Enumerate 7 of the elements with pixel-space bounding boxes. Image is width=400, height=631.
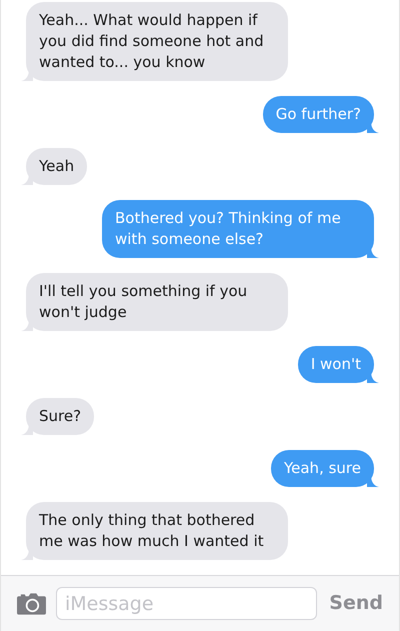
bubble-tail (367, 246, 379, 258)
bubble-tail (367, 371, 379, 383)
bubble-tail (367, 121, 379, 133)
send-button[interactable]: Send (329, 589, 383, 618)
camera-icon[interactable] (17, 592, 46, 614)
message-input-field[interactable]: iMessage (56, 587, 318, 620)
bubble-tail (367, 475, 379, 487)
